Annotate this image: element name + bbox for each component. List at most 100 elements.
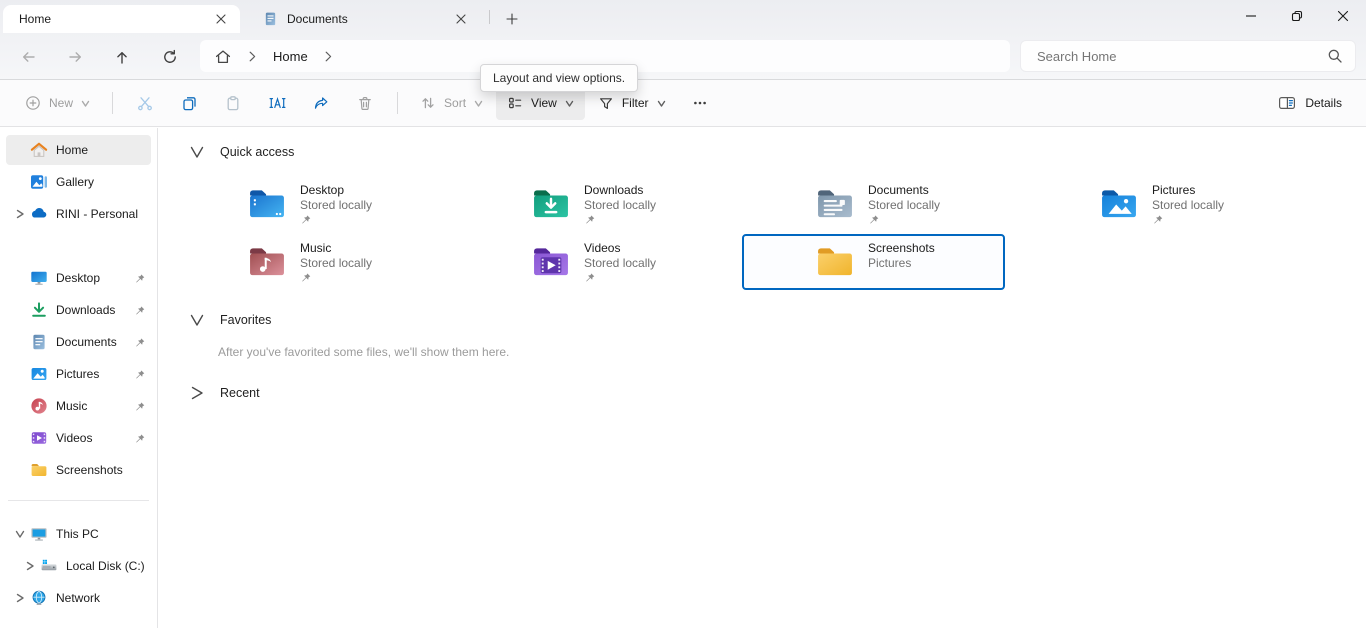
tile-info: Downloads Stored locally xyxy=(584,183,656,226)
paste-icon xyxy=(225,95,241,111)
sidebar-item-gallery[interactable]: Gallery xyxy=(6,167,151,197)
command-bar: New Sort View Filter Details xyxy=(0,80,1366,127)
navigation-bar: Home Search Home xyxy=(0,33,1366,80)
thispc-icon xyxy=(30,525,48,543)
section-recent[interactable]: Recent xyxy=(190,381,1366,405)
videos-side-icon xyxy=(30,429,48,447)
sidebar-item-videos[interactable]: Videos xyxy=(6,423,151,453)
quick-access-tile-screenshots[interactable]: Screenshots Pictures xyxy=(742,234,1005,290)
quick-access-tile-pictures[interactable]: Pictures Stored locally xyxy=(1026,176,1289,232)
pin-icon xyxy=(134,337,145,348)
pin-icon xyxy=(134,401,145,412)
tab-home[interactable]: Home xyxy=(3,5,240,33)
music-side-icon xyxy=(30,397,48,415)
sidebar-item-label: Pictures xyxy=(56,367,130,381)
tile-subtitle: Stored locally xyxy=(584,256,656,271)
tile-name: Desktop xyxy=(300,183,372,198)
section-quick-access[interactable]: Quick access xyxy=(190,140,1366,164)
breadcrumb[interactable]: Home xyxy=(273,49,308,64)
more-button[interactable] xyxy=(679,86,721,120)
cut-button[interactable] xyxy=(124,86,166,120)
window-controls xyxy=(1228,0,1366,32)
paste-button[interactable] xyxy=(212,86,254,120)
quick-access-tile-music[interactable]: Music Stored locally xyxy=(174,234,437,290)
chevron-right-icon[interactable] xyxy=(249,51,256,62)
chevron-right-icon[interactable] xyxy=(20,561,40,571)
details-button[interactable]: Details xyxy=(1268,86,1352,120)
delete-icon xyxy=(357,95,373,111)
close-tab-icon[interactable] xyxy=(210,8,232,30)
home-side-icon xyxy=(30,141,48,159)
sidebar-item-music[interactable]: Music xyxy=(6,391,151,421)
chevron-down-icon[interactable] xyxy=(190,313,204,327)
desktop-side-icon xyxy=(30,269,48,287)
sidebar-item-pictures[interactable]: Pictures xyxy=(6,359,151,389)
sidebar-item-desktop[interactable]: Desktop xyxy=(6,263,151,293)
pin-icon xyxy=(134,273,145,284)
tile-name: Documents xyxy=(868,183,940,198)
forward-button[interactable] xyxy=(63,45,87,69)
sidebar-item-label: RINI - Personal xyxy=(56,207,145,221)
navigation-pane: Home Gallery RINI - Personal Desktop Dow… xyxy=(0,128,158,628)
new-tab-button[interactable] xyxy=(499,7,525,30)
tile-name: Videos xyxy=(584,241,656,256)
tile-subtitle: Stored locally xyxy=(300,256,372,271)
tab-documents[interactable]: Documents xyxy=(247,5,480,33)
sidebar-item-home[interactable]: Home xyxy=(6,135,151,165)
tile-name: Pictures xyxy=(1152,183,1224,198)
search-input[interactable]: Search Home xyxy=(1020,40,1356,72)
chevron-right-icon[interactable] xyxy=(10,209,30,219)
sidebar-item-rini-personal[interactable]: RINI - Personal xyxy=(6,199,151,229)
chevron-right-icon[interactable] xyxy=(190,386,204,400)
copy-button[interactable] xyxy=(168,86,210,120)
documents-side-icon xyxy=(30,333,48,351)
sidebar-item-downloads[interactable]: Downloads xyxy=(6,295,151,325)
chevron-right-icon[interactable] xyxy=(10,593,30,603)
delete-button[interactable] xyxy=(344,86,386,120)
sidebar-item-label: This PC xyxy=(56,527,145,541)
chevron-down-icon xyxy=(474,99,483,108)
sidebar-item-this-pc[interactable]: This PC xyxy=(6,519,151,549)
network-icon xyxy=(30,589,48,607)
pictures-side-icon xyxy=(30,365,48,383)
filter-label: Filter xyxy=(622,96,649,110)
sidebar-item-documents[interactable]: Documents xyxy=(6,327,151,357)
restore-button[interactable] xyxy=(1274,0,1320,32)
sidebar-item-label: Music xyxy=(56,399,130,413)
quick-access-tile-desktop[interactable]: Desktop Stored locally xyxy=(174,176,437,232)
chevron-down-icon[interactable] xyxy=(10,529,30,539)
close-button[interactable] xyxy=(1320,0,1366,32)
tile-info: Videos Stored locally xyxy=(584,241,656,284)
quick-access-tile-documents[interactable]: Documents Stored locally xyxy=(742,176,1005,232)
pin-icon xyxy=(1152,214,1224,226)
quick-access-tile-downloads[interactable]: Downloads Stored locally xyxy=(458,176,721,232)
search-icon[interactable] xyxy=(1327,48,1343,64)
section-favorites[interactable]: Favorites xyxy=(190,308,1366,332)
tile-subtitle: Stored locally xyxy=(300,198,372,213)
chevron-down-icon xyxy=(657,99,666,108)
folder-plain-icon xyxy=(816,246,854,278)
view-label: View xyxy=(531,96,557,110)
sidebar-item-local-disk-c[interactable]: Local Disk (C:) xyxy=(6,551,151,581)
sidebar-pinned-group: Desktop Downloads Documents Pictures Mus… xyxy=(0,263,157,485)
tile-name: Music xyxy=(300,241,372,256)
pin-icon xyxy=(134,369,145,380)
rename-button[interactable] xyxy=(256,86,298,120)
refresh-button[interactable] xyxy=(158,45,182,69)
chevron-right-icon[interactable] xyxy=(325,51,332,62)
up-button[interactable] xyxy=(110,45,134,69)
tab-label: Documents xyxy=(287,12,441,26)
chevron-down-icon[interactable] xyxy=(190,145,204,159)
folder-documents-icon xyxy=(816,188,854,220)
new-button[interactable]: New xyxy=(14,86,101,120)
sidebar-item-label: Home xyxy=(56,143,145,157)
share-button[interactable] xyxy=(300,86,342,120)
quick-access-tile-videos[interactable]: Videos Stored locally xyxy=(458,234,721,290)
sidebar-item-screenshots[interactable]: Screenshots xyxy=(6,455,151,485)
close-tab-icon[interactable] xyxy=(450,8,472,30)
folder-side-icon xyxy=(30,461,48,479)
back-button[interactable] xyxy=(16,45,40,69)
sidebar-item-network[interactable]: Network xyxy=(6,583,151,613)
new-label: New xyxy=(49,96,73,110)
minimize-button[interactable] xyxy=(1228,0,1274,32)
